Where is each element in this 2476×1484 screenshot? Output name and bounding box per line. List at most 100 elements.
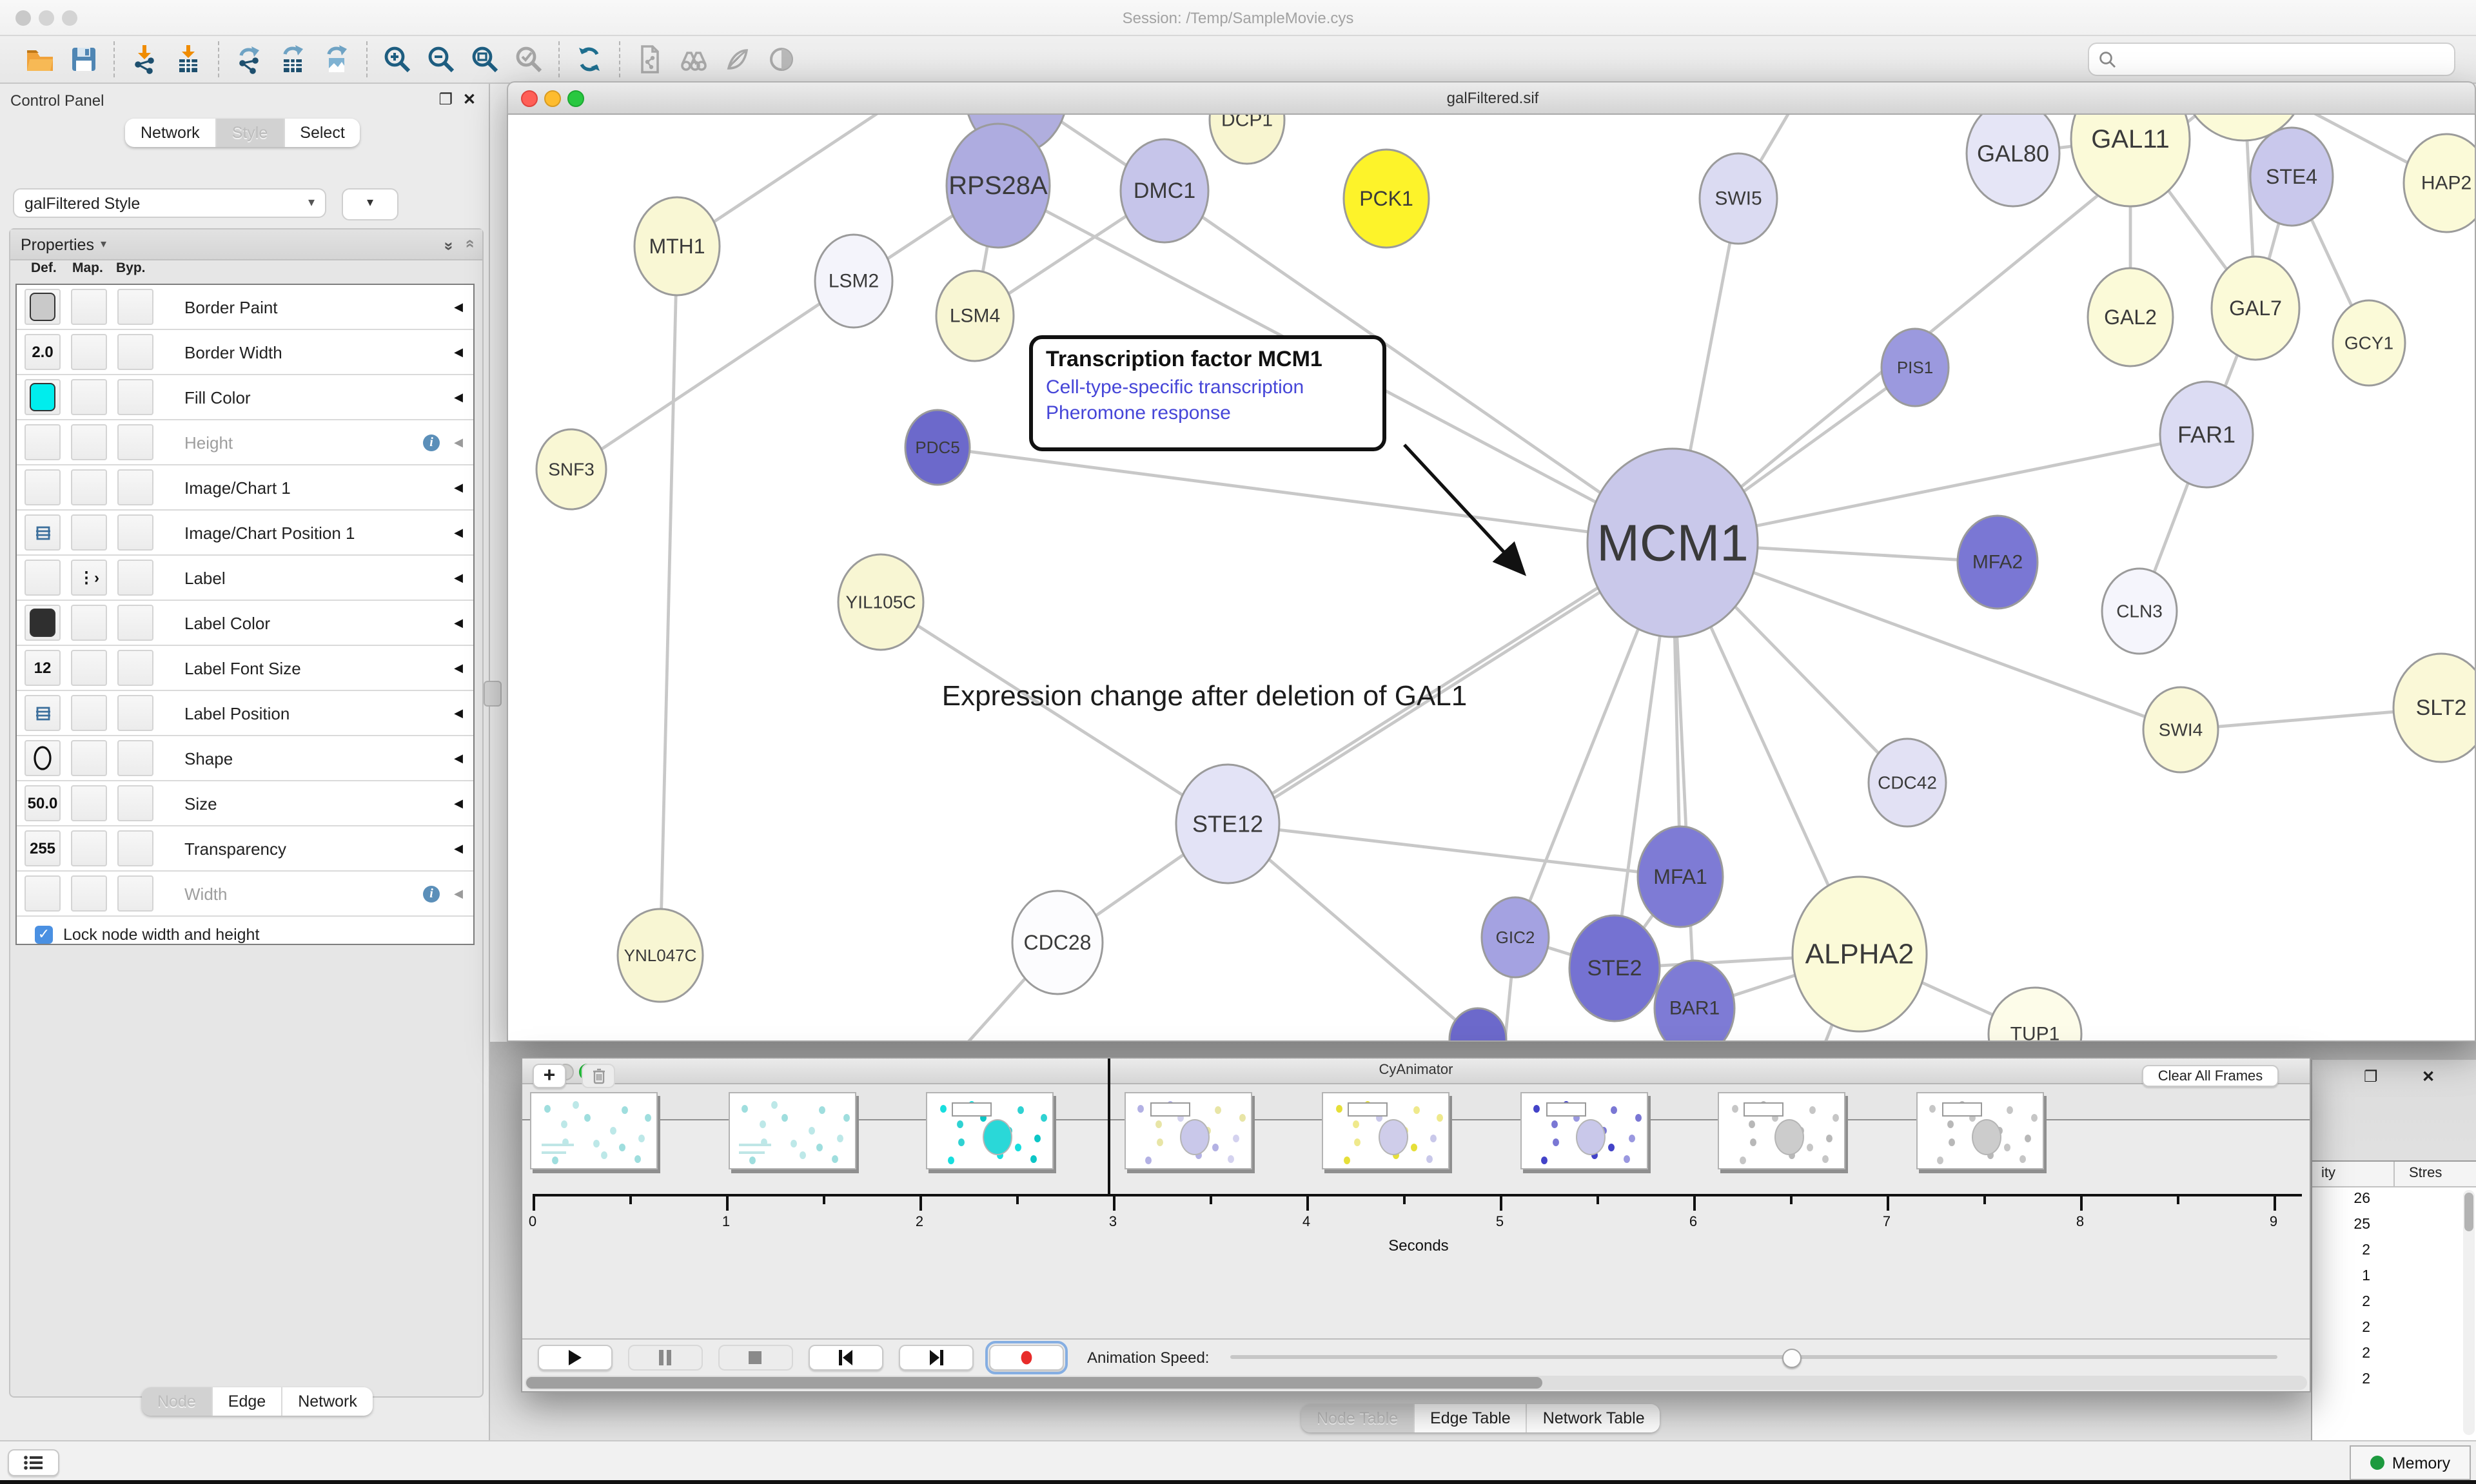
search-box[interactable] [2088,43,2455,76]
zoom-out-icon[interactable] [424,43,458,76]
search-input[interactable] [2116,49,2454,70]
column-header[interactable]: Stres [2409,1166,2442,1181]
table-row[interactable]: 2 [2312,1291,2476,1316]
default-value[interactable]: 2.0 [25,334,61,370]
expand-row-icon[interactable]: ◀ [454,571,463,585]
property-row[interactable]: Image/Chart 1◀ [17,465,473,511]
mapping-icon[interactable]: ⋮› [71,560,107,596]
property-row[interactable]: Heighti◀ [17,420,473,465]
property-row[interactable]: 2.0Border Width◀ [17,330,473,375]
skip-start-button[interactable] [809,1344,883,1370]
table-tab-node-table[interactable]: Node Table [1301,1404,1415,1432]
empty-cell[interactable] [117,334,153,370]
expand-row-icon[interactable]: ◀ [454,751,463,765]
expand-all-icon[interactable]: » [440,241,458,248]
expand-row-icon[interactable]: ◀ [454,435,463,449]
record-button[interactable] [989,1344,1064,1370]
network-canvas[interactable]: RPS28ADMC1DCP1PCK1SWI5MTH1LSM2LSM4SNF3PD… [507,115,2476,1042]
property-row[interactable]: 12Label Font Size◀ [17,646,473,691]
property-row[interactable]: ⋮›Label◀ [17,556,473,601]
empty-cell[interactable] [117,605,153,641]
annotation-link[interactable]: Cell-type-specific transcription [1046,376,1370,398]
empty-cell[interactable] [71,424,107,460]
empty-cell[interactable] [117,785,153,821]
empty-cell[interactable] [117,650,153,686]
delete-frame-button[interactable] [582,1064,615,1088]
empty-cell[interactable] [71,875,107,912]
refresh-view-icon[interactable] [573,43,606,76]
play-button[interactable] [538,1344,613,1370]
property-row[interactable]: Label Position◀ [17,691,473,736]
animation-speed-slider[interactable] [1230,1355,2277,1359]
frame-thumbnail-1[interactable] [530,1092,658,1169]
pause-button[interactable] [628,1344,703,1370]
frame-thumbnail-7[interactable] [1718,1092,1845,1169]
property-row[interactable]: Image/Chart Position 1◀ [17,511,473,556]
zoom-fit-icon[interactable] [468,43,502,76]
cyanimator-titlebar[interactable]: CyAnimator [522,1059,2310,1084]
table-row[interactable]: 25 [2312,1213,2476,1239]
export-network-icon[interactable] [232,43,266,76]
color-swatch[interactable] [25,379,61,415]
table-row[interactable]: 2 [2312,1239,2476,1265]
properties-header[interactable]: Properties ▾ » » [10,229,482,260]
table-row[interactable]: 2 [2312,1342,2476,1368]
export-table-icon[interactable] [276,43,310,76]
table-row[interactable]: 2 [2312,1368,2476,1394]
memory-button[interactable]: Memory [2350,1445,2471,1480]
lock-size-checkbox[interactable]: ✓ [35,926,53,944]
color-swatch[interactable] [25,605,61,641]
close-panel-icon[interactable]: ✕ [463,90,476,108]
empty-cell[interactable] [117,830,153,866]
table-tab-network-table[interactable]: Network Table [1528,1404,1660,1432]
table-tab-edge-table[interactable]: Edge Table [1415,1404,1528,1432]
empty-cell[interactable] [25,469,61,505]
style-options-button[interactable]: ▾ [342,188,398,220]
empty-cell[interactable] [71,695,107,731]
panel-splitter-handle[interactable] [484,681,502,707]
network-window-titlebar[interactable]: galFiltered.sif [507,81,2476,115]
empty-cell[interactable] [117,289,153,325]
table-scrollbar[interactable] [2463,1190,2475,1435]
frame-thumbnail-2[interactable] [728,1092,856,1169]
empty-cell[interactable] [71,785,107,821]
timeline-playhead[interactable] [1108,1059,1110,1194]
expand-row-icon[interactable]: ◀ [454,480,463,494]
frame-thumbnail-4[interactable] [1124,1092,1252,1169]
timeline-scrollbar[interactable] [525,1376,2307,1390]
default-value[interactable]: 255 [25,830,61,866]
property-row[interactable]: 255Transparency◀ [17,826,473,872]
expand-row-icon[interactable]: ◀ [454,886,463,901]
expand-row-icon[interactable]: ◀ [454,706,463,720]
table-row[interactable]: 26 [2312,1187,2476,1213]
expand-row-icon[interactable]: ◀ [454,841,463,855]
empty-cell[interactable] [117,424,153,460]
network-graph[interactable]: RPS28ADMC1DCP1PCK1SWI5MTH1LSM2LSM4SNF3PD… [508,115,2476,1042]
cyanimator-timeline[interactable]: 0123456789 Seconds [522,1120,2310,1338]
stop-button[interactable] [718,1344,793,1370]
empty-cell[interactable] [71,334,107,370]
empty-cell[interactable] [25,875,61,912]
empty-cell[interactable] [25,424,61,460]
empty-cell[interactable] [71,605,107,641]
expand-row-icon[interactable]: ◀ [454,525,463,540]
float-panel-icon[interactable]: ❐ [438,90,453,108]
empty-cell[interactable] [117,875,153,912]
panel-tab-node[interactable]: Node [142,1387,213,1416]
default-value[interactable]: 12 [25,650,61,686]
empty-cell[interactable] [71,289,107,325]
zoom-in-icon[interactable] [380,43,414,76]
expand-row-icon[interactable]: ◀ [454,661,463,675]
empty-cell[interactable] [117,740,153,776]
empty-cell[interactable] [71,650,107,686]
close-panel-icon[interactable]: ✕ [2422,1068,2435,1086]
property-row[interactable]: Shape◀ [17,736,473,781]
shape-ellipse-icon[interactable] [25,740,61,776]
empty-cell[interactable] [117,469,153,505]
expand-row-icon[interactable]: ◀ [454,390,463,404]
export-image-icon[interactable] [320,43,353,76]
table-row[interactable]: 1 [2312,1265,2476,1291]
empty-cell[interactable] [71,379,107,415]
frame-thumbnail-8[interactable] [1916,1092,2043,1169]
frame-thumbnail-3[interactable] [926,1092,1054,1169]
